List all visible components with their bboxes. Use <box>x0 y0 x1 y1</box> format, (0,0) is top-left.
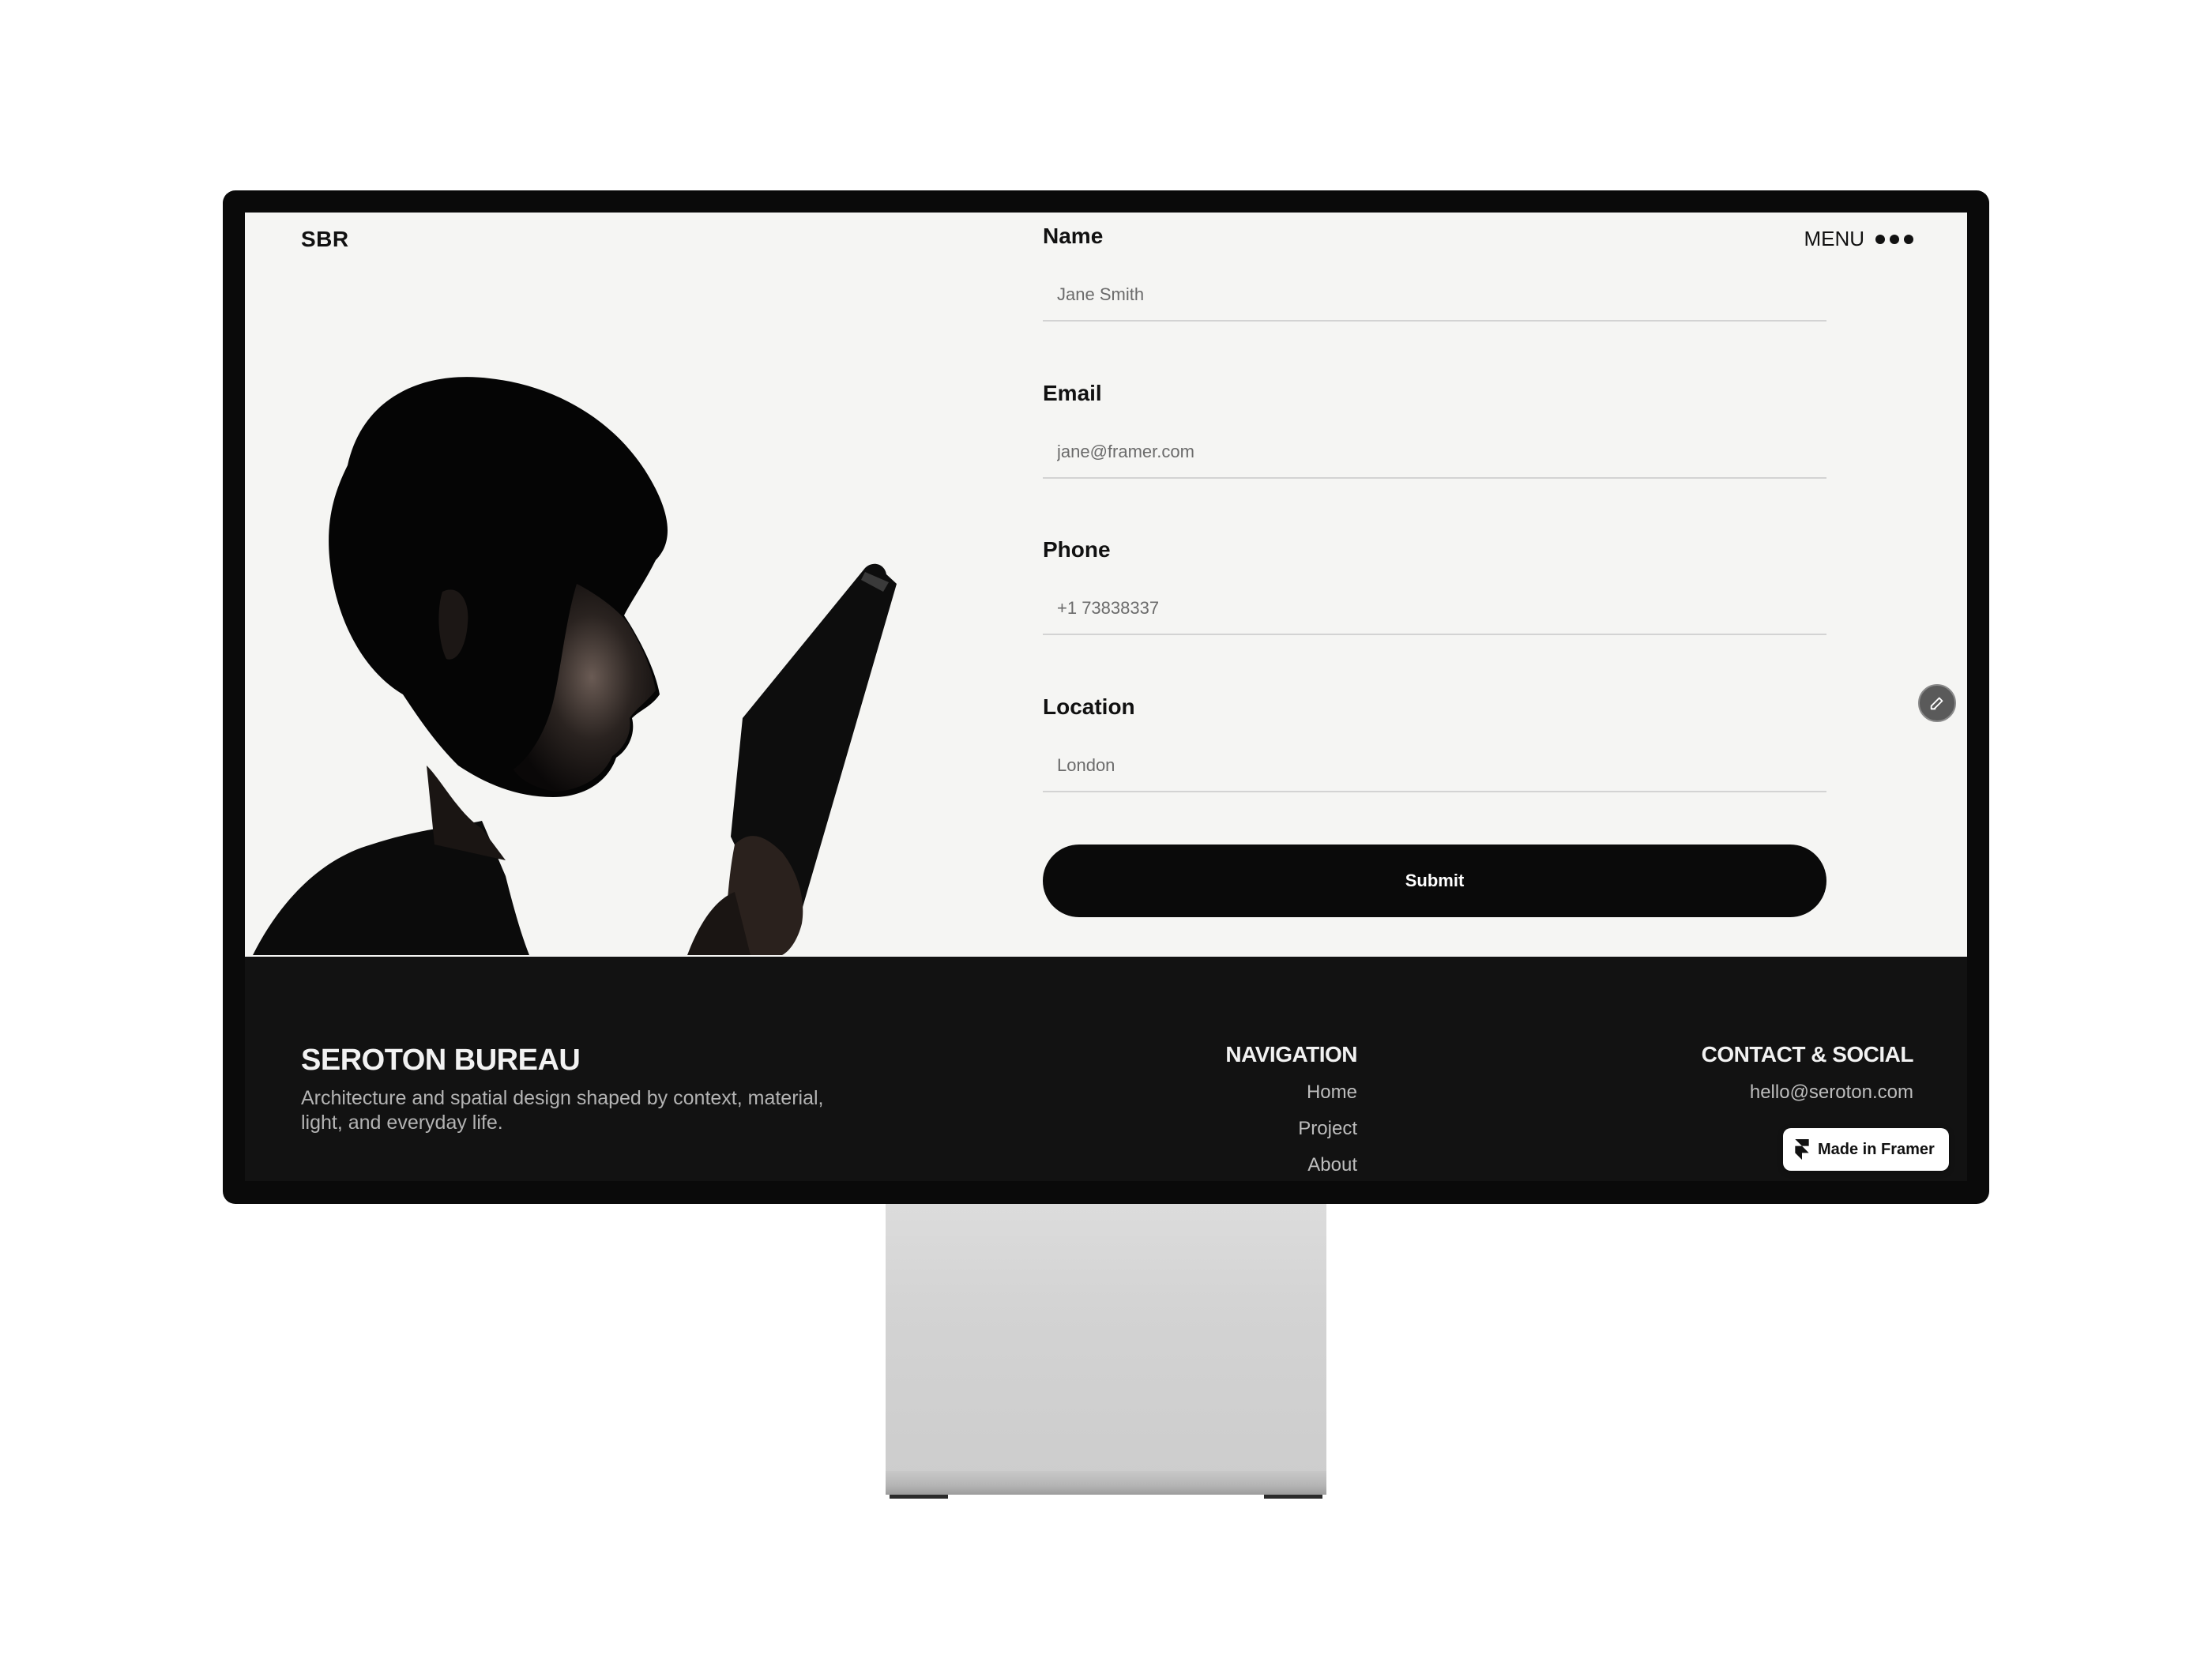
navigation-title: NAVIGATION <box>1225 1042 1357 1066</box>
made-in-framer-badge[interactable]: Made in Framer <box>1783 1128 1949 1171</box>
stand-foot-left <box>890 1495 948 1499</box>
monitor-stand-base <box>886 1471 1326 1495</box>
site-footer: SEROTON BUREAU Architecture and spatial … <box>245 957 1967 1181</box>
badge-label: Made in Framer <box>1818 1140 1935 1158</box>
edit-button[interactable] <box>1918 684 1956 722</box>
email-field: Email <box>1043 381 1826 479</box>
portrait-photo <box>253 377 897 955</box>
email-input[interactable] <box>1043 431 1826 479</box>
more-horizontal-icon <box>1875 234 1913 244</box>
location-field: Location <box>1043 694 1826 792</box>
footer-navigation: NAVIGATION Home Project About <box>1225 1042 1357 1181</box>
name-label: Name <box>1043 224 1104 248</box>
phone-input[interactable] <box>1043 588 1826 635</box>
nav-link-home[interactable]: Home <box>1225 1082 1357 1104</box>
contact-email-link[interactable]: hello@seroton.com <box>1702 1082 1913 1104</box>
footer-contact: CONTACT & SOCIAL hello@seroton.com <box>1701 1042 1914 1118</box>
name-input[interactable] <box>1043 274 1826 322</box>
pencil-icon <box>1930 697 1943 710</box>
monitor-stand <box>886 1204 1326 1477</box>
phone-label: Phone <box>1043 537 1111 562</box>
location-input[interactable] <box>1043 745 1826 792</box>
name-field: Name <box>1043 224 1826 322</box>
location-label: Location <box>1043 694 1135 719</box>
email-label: Email <box>1043 381 1102 405</box>
monitor-mockup-scene: SBR MENU Name Jane Smith Email jane@fram… <box>0 0 2212 1659</box>
stand-foot-right <box>1264 1495 1322 1499</box>
submit-button[interactable]: Submit <box>1043 845 1826 917</box>
footer-brand: SEROTON BUREAU <box>301 1044 581 1077</box>
phone-field: Phone <box>1043 537 1826 635</box>
website-screen: SBR MENU Name Jane Smith Email jane@fram… <box>245 213 1967 1181</box>
contact-title: CONTACT & SOCIAL <box>1701 1042 1914 1066</box>
nav-link-about[interactable]: About <box>1225 1154 1357 1176</box>
footer-tagline: Architecture and spatial design shaped b… <box>301 1087 824 1134</box>
nav-link-project[interactable]: Project <box>1225 1118 1357 1140</box>
monitor-bezel: SBR MENU Name Jane Smith Email jane@fram… <box>223 190 1989 1204</box>
framer-logo-icon <box>1795 1139 1809 1160</box>
